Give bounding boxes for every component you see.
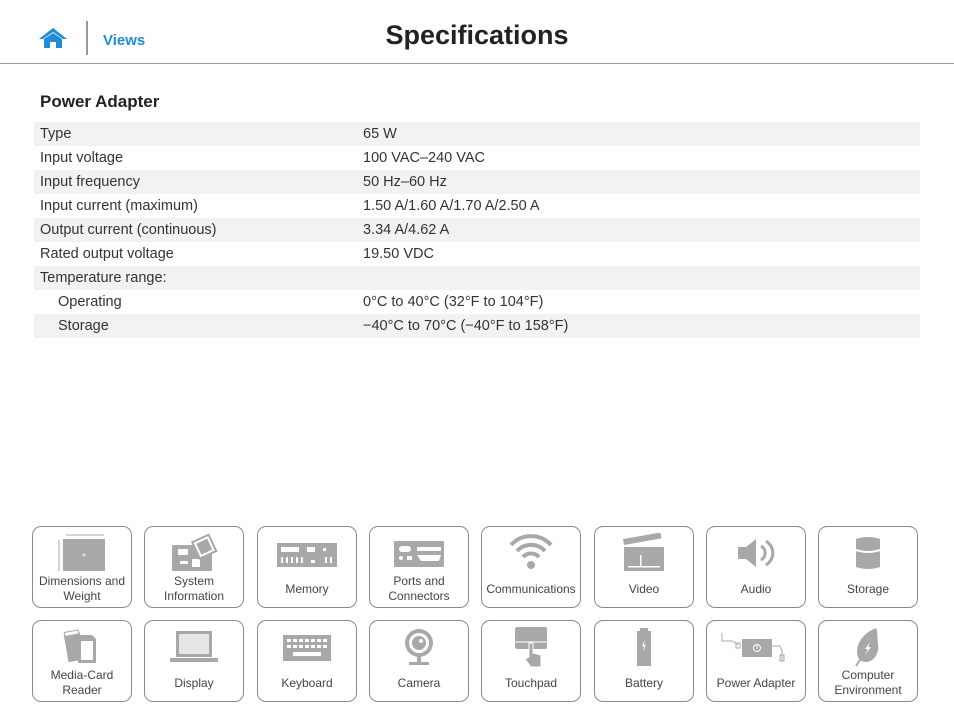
tile-power-adapter[interactable]: Power Adapter — [706, 620, 806, 702]
table-row: Storage −40°C to 70°C (−40°F to 158°F) — [34, 314, 920, 338]
tile-battery[interactable]: Battery — [594, 620, 694, 702]
ports-icon — [394, 541, 444, 567]
spec-table: Type 65 W Input voltage 100 VAC–240 VAC In… — [34, 122, 920, 338]
spec-value — [357, 266, 920, 290]
table-row: Temperature range: — [34, 266, 920, 290]
spec-label: Input current (maximum) — [40, 198, 198, 214]
spec-label: Operating — [58, 294, 122, 310]
tile-video[interactable]: Video — [594, 526, 694, 608]
tile-computer-environment[interactable]: Computer Environment — [818, 620, 918, 702]
tile-ports-and-connectors[interactable]: Ports and Connectors — [369, 526, 469, 608]
tile-camera[interactable]: Camera — [369, 620, 469, 702]
spec-label: Rated output voltage — [40, 246, 174, 262]
tile-label: Storage — [846, 582, 890, 596]
wifi-icon — [509, 534, 553, 569]
tile-label: Information — [163, 589, 225, 603]
tile-label: Environment — [834, 683, 902, 697]
leaf-icon — [855, 628, 879, 667]
tile-label: Power Adapter — [716, 676, 796, 690]
tile-keyboard[interactable]: Keyboard — [257, 620, 357, 702]
battery-icon — [637, 628, 651, 666]
webcam-icon — [405, 629, 433, 665]
tile-label: Display — [174, 676, 214, 690]
tile-label: Dimensions and — [38, 574, 126, 588]
tile-label: Video — [628, 582, 660, 596]
memory-icon — [277, 543, 337, 567]
table-row: Input current (maximum) 1.50 A/1.60 A/1.7… — [34, 194, 920, 218]
tile-label: Connectors — [388, 589, 450, 603]
tile-label: Reader — [62, 683, 102, 697]
page-title: Specifications — [385, 20, 569, 50]
tile-label: Camera — [397, 676, 441, 690]
tile-system-information[interactable]: System Information — [144, 526, 244, 608]
tile-touchpad[interactable]: Touchpad — [481, 620, 581, 702]
table-row: Input frequency 50 Hz–60 Hz — [34, 170, 920, 194]
spec-label: Storage — [58, 318, 109, 334]
tile-label: Computer — [841, 668, 895, 682]
spec-value: 50 Hz–60 Hz — [363, 174, 447, 190]
storage-drum-icon — [855, 537, 881, 569]
spec-value: 3.34 A/4.62 A — [363, 222, 450, 238]
spec-label: Input frequency — [40, 174, 140, 190]
tile-media-card-reader[interactable]: Media-Card Reader — [32, 620, 132, 702]
system-board-icon — [172, 533, 218, 571]
tile-label: Touchpad — [504, 676, 558, 690]
tile-memory[interactable]: Memory — [257, 526, 357, 608]
media-card-icon — [63, 629, 96, 663]
tile-label: Audio — [740, 582, 772, 596]
spec-label: Input voltage — [40, 150, 124, 166]
power-adapter-icon — [721, 633, 785, 662]
table-row: Operating 0°C to 40°C (32°F to 104°F) — [34, 290, 920, 314]
tile-label: Battery — [624, 676, 663, 690]
spec-label: Output current (continuous) — [40, 222, 217, 238]
speaker-icon — [738, 539, 775, 567]
tile-label: System — [173, 574, 214, 588]
tile-label: Memory — [285, 582, 329, 596]
spec-value: 1.50 A/1.60 A/1.70 A/2.50 A — [363, 198, 540, 214]
tile-label: Media-Card — [50, 668, 114, 682]
tile-label: Communications — [486, 582, 576, 596]
section-title: Power Adapter — [40, 92, 160, 111]
laptop-display-icon — [170, 631, 218, 662]
touchpad-icon — [515, 627, 547, 668]
spec-value: 0°C to 40°C (32°F to 104°F) — [363, 294, 544, 310]
tile-label: Keyboard — [281, 676, 333, 690]
table-row: Input voltage 100 VAC–240 VAC — [34, 146, 920, 170]
spec-label: Temperature range: — [40, 270, 167, 286]
tile-label: Ports and — [393, 574, 445, 588]
tile-display[interactable]: Display — [144, 620, 244, 702]
header-bar: Views Specifications — [0, 0, 954, 64]
tile-communications[interactable]: Communications — [481, 526, 581, 608]
spec-value: 65 W — [363, 126, 397, 142]
table-row: Type 65 W — [34, 122, 920, 146]
spec-value: −40°C to 70°C (−40°F to 158°F) — [363, 318, 569, 334]
spec-value: 100 VAC–240 VAC — [363, 150, 485, 166]
spec-label: Type — [40, 126, 72, 142]
tile-audio[interactable]: Audio — [706, 526, 806, 608]
keyboard-icon — [283, 635, 331, 661]
tile-storage[interactable]: Storage — [818, 526, 918, 608]
table-row: Rated output voltage 19.50 VDC — [34, 242, 920, 266]
tile-dimensions-and-weight[interactable]: Dimensions and Weight — [32, 526, 132, 608]
clapperboard-icon — [622, 533, 664, 571]
dimensions-icon — [58, 534, 105, 571]
spec-value: 19.50 VDC — [363, 246, 434, 262]
table-row: Output current (continuous) 3.34 A/4.62 A — [34, 218, 920, 242]
tile-label: Weight — [63, 589, 101, 603]
